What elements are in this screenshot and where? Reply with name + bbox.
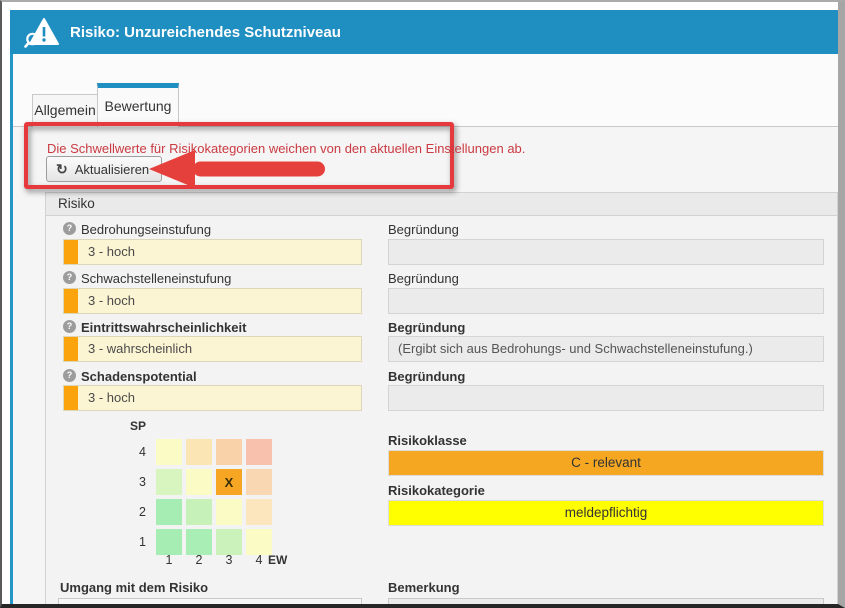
bedrohungseinstufung-label: Bedrohungseinstufung [81,222,211,237]
begruendung-input-2[interactable] [388,288,824,314]
matrix-row-label: 2 [124,499,146,525]
bemerkung-label: Bemerkung [388,580,460,595]
matrix-cell[interactable] [186,439,212,465]
threshold-warning-text: Die Schwellwerte für Risikokategorien we… [47,141,525,156]
matrix-y-axis-label: SP [130,419,146,433]
umgang-mit-dem-risiko-label: Umgang mit dem Risiko [60,580,208,595]
matrix-col-labels: 1234 [156,553,272,567]
bedrohungseinstufung-value: 3 - hoch [88,240,135,264]
matrix-row-label: 3 [124,469,146,495]
tab-allgemein[interactable]: Allgemein [32,94,98,127]
matrix-cell[interactable] [246,499,272,525]
matrix-col-label: 2 [186,553,212,567]
begruendung-input-4[interactable] [388,385,824,411]
matrix-cell[interactable] [156,499,182,525]
matrix-row-labels: 4 3 2 1 [124,439,146,555]
schwachstelleneinstufung-field[interactable]: 3 - hoch [63,288,362,314]
tab-bewertung[interactable]: Bewertung [97,83,179,127]
rating-color-bar [64,337,78,361]
schadenspotential-value: 3 - hoch [88,386,135,410]
risikokategorie-value-bar: meldepflichtig [388,500,824,526]
matrix-row-label: 4 [124,439,146,465]
bemerkung-field[interactable] [388,598,824,608]
risikoklasse-label: Risikoklasse [388,433,467,448]
begruendung-label-1: Begründung [388,222,459,237]
aktualisieren-button[interactable]: ↻ Aktualisieren [46,156,162,182]
matrix-cell[interactable] [246,469,272,495]
risiko-section-title: Risiko [46,193,837,216]
matrix-col-label: 3 [216,553,242,567]
matrix-cell[interactable] [186,499,212,525]
matrix-cell[interactable] [156,469,182,495]
begruendung-label-3: Begründung [388,320,465,335]
help-icon[interactable]: ? [63,271,76,284]
schadenspotential-field[interactable]: 3 - hoch [63,385,362,411]
schadenspotential-label: Schadenspotential [81,369,197,384]
matrix-cell[interactable] [186,469,212,495]
matrix-cell[interactable] [246,439,272,465]
eintrittswahrscheinlichkeit-value: 3 - wahrscheinlich [88,337,192,361]
refresh-icon: ↻ [56,161,68,178]
matrix-cell-selected[interactable]: X [216,469,242,495]
window-title-bar: Risiko: Unzureichendes Schutzniveau [10,10,838,55]
matrix-cell[interactable] [216,499,242,525]
begruendung-label-2: Begründung [388,271,459,286]
rating-color-bar [64,386,78,410]
matrix-row-label: 1 [124,529,146,555]
matrix-cell[interactable] [156,529,182,555]
begruendung-input-1[interactable] [388,239,824,265]
matrix-cell[interactable] [216,529,242,555]
risk-matrix-grid: X [156,439,272,555]
umgang-mit-dem-risiko-field[interactable]: behandeln [58,598,362,608]
schwachstelleneinstufung-label: Schwachstelleneinstufung [81,271,231,286]
risikoklasse-value-bar: C - relevant [388,450,824,476]
matrix-cell[interactable] [186,529,212,555]
bedrohungseinstufung-field[interactable]: 3 - hoch [63,239,362,265]
page-title: Risiko: Unzureichendes Schutzniveau [70,24,341,41]
begruendung-label-4: Begründung [388,369,465,384]
help-icon[interactable]: ? [63,320,76,333]
rating-color-bar [64,289,78,313]
matrix-cell[interactable] [216,439,242,465]
eintrittswahrscheinlichkeit-label: Eintrittswahrscheinlichkeit [81,320,246,335]
eintrittswahrscheinlichkeit-field[interactable]: 3 - wahrscheinlich [63,336,362,362]
help-icon[interactable]: ? [63,369,76,382]
risikokategorie-label: Risikokategorie [388,483,485,498]
schwachstelleneinstufung-value: 3 - hoch [88,289,135,313]
risk-warning-magnifier-icon [24,16,60,48]
aktualisieren-button-label: Aktualisieren [75,162,149,177]
matrix-cell[interactable] [156,439,182,465]
rating-color-bar [64,240,78,264]
matrix-cell[interactable] [246,529,272,555]
matrix-x-axis-label: EW [268,553,287,567]
matrix-col-label: 1 [156,553,182,567]
help-icon[interactable]: ? [63,222,76,235]
application-window: Risiko: Unzureichendes Schutzniveau Allg… [0,0,845,608]
begruendung-input-3[interactable]: (Ergibt sich aus Bedrohungs- und Schwach… [388,336,824,362]
risiko-section: Risiko ? Bedrohungseinstufung 3 - hoch ?… [45,192,838,608]
